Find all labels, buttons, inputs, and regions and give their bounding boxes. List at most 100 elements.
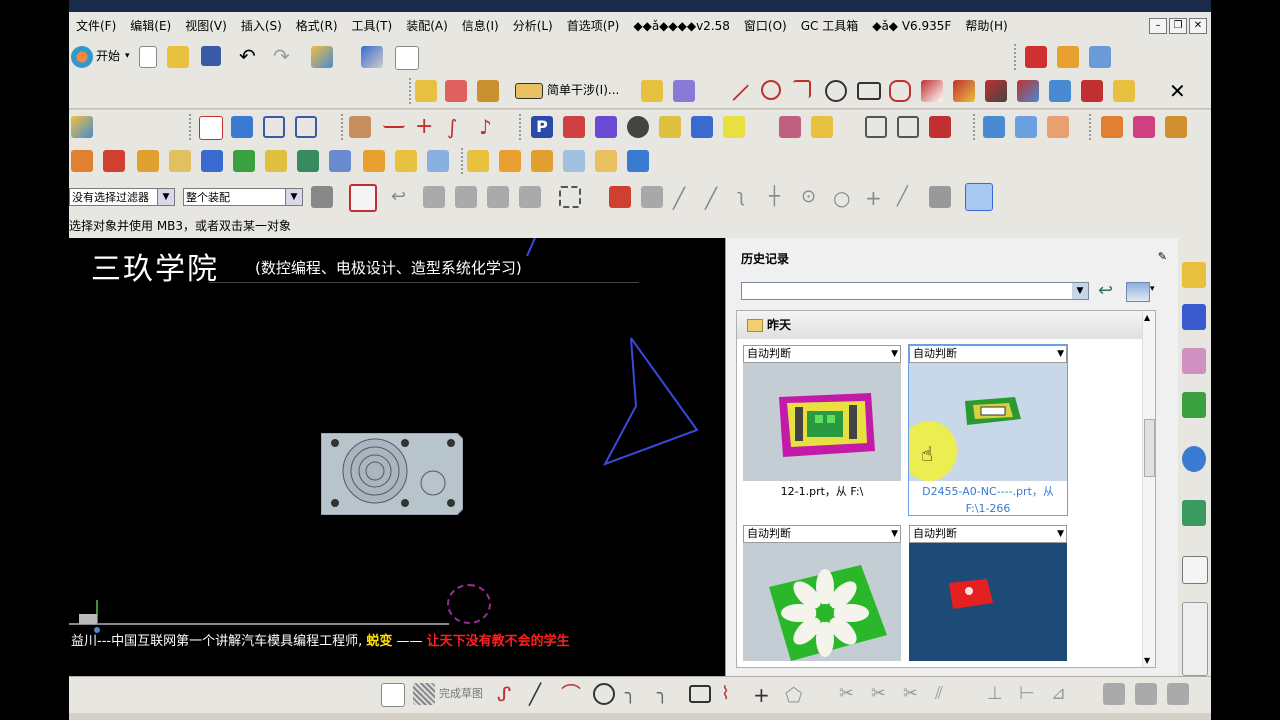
card-thumbnail[interactable] <box>743 363 901 481</box>
system-materials-icon[interactable] <box>1182 602 1208 676</box>
constraint-icon[interactable]: ⊥ <box>987 683 1009 705</box>
refresh-icon[interactable]: ↩ <box>1098 282 1118 300</box>
chevron-down-icon[interactable]: ▼ <box>1072 283 1088 299</box>
box-blue-icon[interactable] <box>427 150 449 172</box>
electrode-icon[interactable] <box>233 150 255 172</box>
rectangle-icon[interactable] <box>689 685 711 703</box>
save-icon[interactable] <box>201 46 221 66</box>
start-icon[interactable] <box>71 46 93 68</box>
paint-icon[interactable] <box>1165 116 1187 138</box>
shield-icon[interactable] <box>103 150 125 172</box>
menu-window[interactable]: 窗口(O) <box>737 17 794 35</box>
view-angle-icon[interactable] <box>455 186 477 208</box>
group-header[interactable]: 昨天 <box>737 311 1143 339</box>
plus-icon[interactable]: + <box>865 186 887 210</box>
measure-icon[interactable] <box>445 80 467 102</box>
wrench-icon[interactable] <box>361 46 383 68</box>
ruler-tool-icon[interactable] <box>641 80 663 102</box>
iso-view-icon[interactable] <box>295 116 317 138</box>
cross-icon[interactable]: + <box>415 116 437 138</box>
chevron-down-icon[interactable]: ▾ <box>1150 284 1155 294</box>
plate-icon[interactable] <box>169 150 191 172</box>
perpendicular-icon[interactable]: ┼ <box>769 186 791 208</box>
auto-constraint-icon[interactable]: ⊿ <box>1051 683 1073 705</box>
card-type-select[interactable]: 自动判断 ▼ <box>909 345 1067 363</box>
history-card[interactable]: 自动判断 ▼ D2455-A0-NC----.prt，从 F:\1-266 <box>908 344 1068 516</box>
extend-icon[interactable]: ✂ <box>871 683 893 705</box>
rect-select-icon[interactable] <box>559 186 581 208</box>
card-type-select[interactable]: 自动判断 ▼ <box>743 345 901 363</box>
blocks-icon[interactable] <box>137 150 159 172</box>
restore-button[interactable]: ❐ <box>1169 18 1187 34</box>
ribbon-icon[interactable] <box>595 150 617 172</box>
layer-curve-icon[interactable] <box>1113 80 1135 102</box>
constraint-navigator-icon[interactable] <box>1182 304 1206 330</box>
rectangle-icon[interactable] <box>857 82 881 100</box>
corner-icon[interactable]: ✂ <box>903 683 925 705</box>
history-scrollbar[interactable]: ▲ ▼ <box>1142 311 1155 667</box>
offset-curve-icon[interactable] <box>985 80 1007 102</box>
pin-icon[interactable]: ✎ <box>1158 250 1167 263</box>
trim-icon[interactable]: ✂ <box>839 683 861 705</box>
plate-blue-icon[interactable] <box>563 150 585 172</box>
face-snap-icon[interactable] <box>929 186 951 208</box>
process-studio-icon[interactable] <box>1182 500 1206 526</box>
menu-view[interactable]: 视图(V) <box>178 17 234 35</box>
pin-icon[interactable] <box>983 116 1005 138</box>
undo-icon[interactable]: ↶ <box>239 45 256 67</box>
finish-sketch-label[interactable]: 完成草图 <box>439 683 483 705</box>
part-navigator-icon[interactable] <box>1182 348 1206 374</box>
dimension-icon[interactable]: ⊢ <box>1019 683 1041 705</box>
menu-help[interactable]: 帮助(H) <box>958 17 1014 35</box>
card-type-select[interactable]: 自动判断 ▼ <box>743 525 901 543</box>
zoom-icon[interactable] <box>1015 116 1037 138</box>
patch-icon[interactable] <box>897 116 919 138</box>
scroll-up-icon[interactable]: ▲ <box>1144 313 1150 322</box>
box-tool-icon[interactable] <box>673 80 695 102</box>
mail-icon[interactable] <box>1057 46 1079 68</box>
spline-icon[interactable] <box>953 80 975 102</box>
snap-icon[interactable] <box>487 186 509 208</box>
studio-spline-icon[interactable]: ⌇ <box>721 683 743 705</box>
point-icon[interactable]: + <box>753 683 775 707</box>
diagonal-icon[interactable]: ╱ <box>673 186 695 210</box>
start-menu-label[interactable]: 开始 <box>96 45 120 67</box>
face-icon[interactable] <box>329 150 351 172</box>
circle-icon[interactable] <box>593 683 615 705</box>
profile-icon[interactable]: ᔑ <box>497 683 519 705</box>
step-icon[interactable] <box>363 150 385 172</box>
simple-interference-label[interactable]: 简单干涉(I)... <box>547 79 619 101</box>
polygon-icon[interactable]: ⬠ <box>785 683 807 707</box>
project-curve-icon[interactable] <box>1017 80 1039 102</box>
sew-icon[interactable] <box>865 116 887 138</box>
color-edit-icon[interactable] <box>1101 116 1123 138</box>
graphics-window[interactable]: 三玖学院 (数控编程、电极设计、造型系统化学习) 益川---中国互联网第一个讲解… <box>69 238 725 676</box>
point-snap-icon[interactable] <box>609 186 631 208</box>
scroll-down-icon[interactable]: ▼ <box>1144 656 1150 665</box>
endpoint-icon[interactable] <box>641 186 663 208</box>
menu-assembly[interactable]: 装配(A) <box>399 17 455 35</box>
arc-icon[interactable]: ⌒ <box>561 683 583 705</box>
card-type-select[interactable]: 自动判断 ▼ <box>909 525 1067 543</box>
remove-icon[interactable] <box>1133 116 1155 138</box>
chevron-down-icon[interactable]: ▼ <box>157 189 174 205</box>
type-filter-select[interactable]: 没有选择过滤器 ▼ <box>69 188 175 206</box>
view-box-icon[interactable] <box>423 186 445 208</box>
polygon-icon[interactable] <box>889 80 911 102</box>
machine-icon[interactable] <box>659 116 681 138</box>
corner-icon[interactable] <box>793 80 811 98</box>
assembly-navigator-icon[interactable] <box>1182 262 1206 288</box>
slash-icon[interactable]: ╱ <box>897 186 919 208</box>
web-browser-icon[interactable] <box>1182 446 1206 472</box>
history-card[interactable]: 自动判断 ▼ <box>743 525 901 665</box>
menu-file[interactable]: 文件(F) <box>69 17 123 35</box>
line-snap-icon[interactable]: ╱ <box>705 186 727 210</box>
stack-icon[interactable] <box>467 150 489 172</box>
red-cube-icon[interactable] <box>1025 46 1047 68</box>
card-thumbnail[interactable] <box>909 543 1067 661</box>
fit-view-icon[interactable] <box>199 116 223 140</box>
center-icon[interactable]: ⊙ <box>801 186 823 208</box>
curve-edit-icon[interactable] <box>383 116 405 128</box>
arc-icon[interactable] <box>761 80 781 100</box>
info-icon[interactable] <box>929 116 951 138</box>
